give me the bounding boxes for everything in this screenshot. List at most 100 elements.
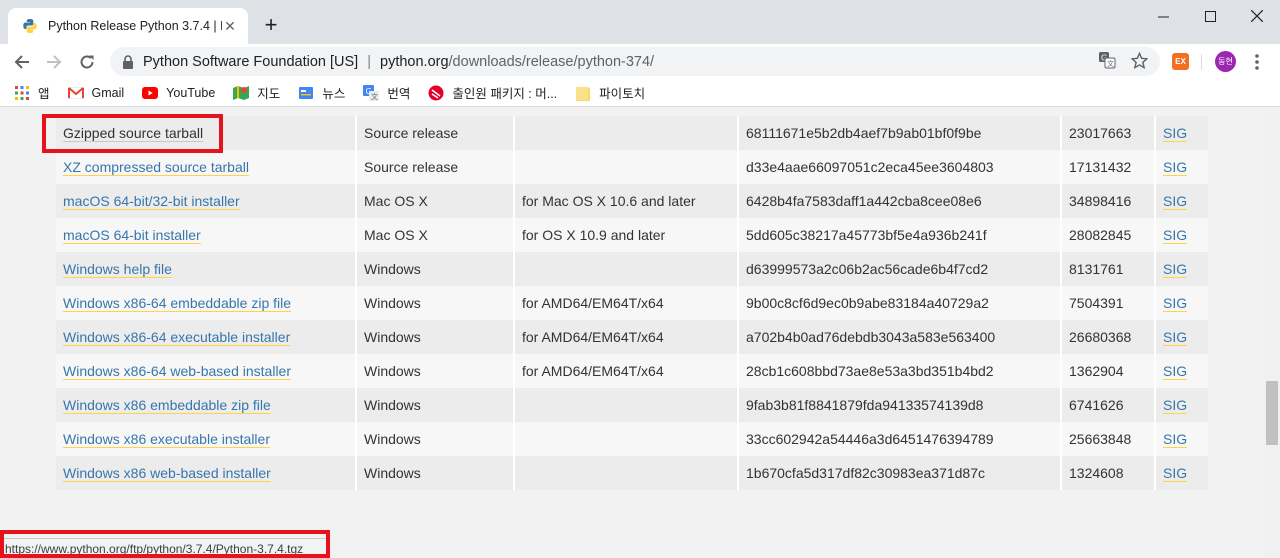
table-row: Windows x86-64 web-based installer Windo… [56,354,1208,388]
table-row: macOS 64-bit/32-bit installer Mac OS X f… [56,184,1208,218]
translate-page-icon[interactable]: G文 [1098,51,1116,69]
description-cell: for AMD64/EM64T/x64 [514,286,739,320]
bookmark-pytorch-folder[interactable]: 파이토치 [575,83,645,102]
table-row: Windows x86-64 embeddable zip file Windo… [56,286,1208,320]
minimize-icon[interactable] [1140,0,1186,32]
status-highlight-box [0,530,330,558]
gpg-cell: SIG [1155,150,1208,184]
bookmark-label: YouTube [166,85,216,100]
sig-link[interactable]: SIG [1163,465,1188,482]
files-table: Gzipped source tarball Source release 68… [56,116,1208,490]
bookmark-news[interactable]: 뉴스 [298,83,345,102]
bookmark-translate[interactable]: G文 번역 [363,83,410,102]
bookmark-label: 앱 [38,87,50,101]
close-window-icon[interactable] [1234,0,1280,32]
maximize-icon[interactable] [1187,0,1233,32]
description-cell [514,422,739,456]
table-row: Gzipped source tarball Source release 68… [56,116,1208,150]
description-cell [514,252,739,286]
sig-link[interactable]: SIG [1163,261,1188,278]
menu-kebab-icon[interactable] [1250,52,1264,72]
new-tab-icon[interactable]: + [258,13,284,39]
file-link[interactable]: Windows x86-64 web-based installer [63,363,291,380]
description-cell [514,150,739,184]
bookmark-youtube[interactable]: YouTube [142,85,215,101]
sig-link[interactable]: SIG [1163,193,1188,210]
browser-tab[interactable]: Python Release Python 3.7.4 | P ✕ [8,8,248,44]
os-cell: Windows [356,422,515,456]
file-link[interactable]: XZ compressed source tarball [63,159,249,176]
table-row: macOS 64-bit installer Mac OS X for OS X… [56,218,1208,252]
sig-link[interactable]: SIG [1163,125,1188,142]
sig-link[interactable]: SIG [1163,397,1188,414]
site-identity[interactable]: Python Software Foundation [US] [143,54,358,70]
md5-cell: d33e4aae66097051c2eca45ee3604803 [738,150,1062,184]
filesize-cell: 6741626 [1061,388,1156,422]
sig-link[interactable]: SIG [1163,363,1188,380]
vertical-scrollbar[interactable] [1264,107,1280,558]
file-link[interactable]: macOS 64-bit installer [63,227,201,244]
scrollbar-thumb[interactable] [1266,381,1278,445]
md5-cell: 5dd605c38217a45773bf5e4a936b241f [738,218,1062,252]
translate-icon: G文 [363,84,380,101]
tab-close-icon[interactable]: ✕ [222,18,238,34]
file-link[interactable]: Windows help file [63,261,172,278]
sig-link[interactable]: SIG [1163,159,1188,176]
url-host: python.org [380,53,449,70]
description-cell [514,116,739,150]
file-link[interactable]: Windows x86-64 embeddable zip file [63,295,292,312]
version-cell: Windows x86-64 embeddable zip file [56,286,357,320]
site-icon [428,85,444,101]
filesize-cell: 7504391 [1061,286,1156,320]
md5-cell: 9b00c8cf6d9ec0b9abe83184a40729a2 [738,286,1062,320]
gpg-cell: SIG [1155,388,1208,422]
md5-cell: d63999573a2c06b2ac56cade6b4f7cd2 [738,252,1062,286]
filesize-cell: 34898416 [1061,184,1156,218]
sig-link[interactable]: SIG [1163,329,1188,346]
bookmark-label: 뉴스 [322,87,346,101]
description-cell: for AMD64/EM64T/x64 [514,354,739,388]
md5-cell: a702b4b0ad76debdb3043a583e563400 [738,320,1062,354]
table-row: Windows x86 embeddable zip file Windows … [56,388,1208,422]
version-cell: Windows x86-64 web-based installer [56,354,357,388]
file-link[interactable]: Windows x86 web-based installer [63,465,271,482]
forward-icon[interactable] [40,48,68,76]
profile-avatar[interactable]: 동현 [1215,51,1236,72]
bookmark-apps[interactable]: 앱 [14,83,50,102]
os-cell: Windows [356,320,515,354]
back-icon[interactable] [8,48,36,76]
sig-link[interactable]: SIG [1163,295,1188,312]
version-cell: Windows x86 embeddable zip file [56,388,357,422]
file-link[interactable]: Windows x86 embeddable zip file [63,397,271,414]
version-cell: Windows x86 web-based installer [56,456,357,490]
file-link[interactable]: macOS 64-bit/32-bit installer [63,193,240,210]
browser-toolbar: Python Software Foundation [US] | python… [0,44,1280,79]
maps-icon [233,85,250,101]
os-cell: Source release [356,116,515,150]
bookmark-course[interactable]: 출인원 패키지 : 머... [428,83,557,102]
gpg-cell: SIG [1155,422,1208,456]
extension-icon[interactable]: EX [1172,53,1189,70]
os-cell: Windows [356,354,515,388]
bookmark-star-icon[interactable] [1130,51,1148,69]
tab-strip: Python Release Python 3.7.4 | P ✕ + [0,0,1280,44]
reload-icon[interactable] [73,48,101,76]
address-bar[interactable]: Python Software Foundation [US] | python… [110,47,1160,76]
filesize-cell: 1324608 [1061,456,1156,490]
sig-link[interactable]: SIG [1163,431,1188,448]
file-link[interactable]: Windows x86-64 executable installer [63,329,291,346]
md5-cell: 68111671e5b2db4aef7b9ab01bf0f9be [738,116,1062,150]
bookmark-gmail[interactable]: Gmail [67,85,124,101]
os-cell: Source release [356,150,515,184]
bookmark-label: 지도 [257,87,281,101]
lock-icon [123,54,133,69]
filesize-cell: 23017663 [1061,116,1156,150]
table-row: Windows x86 web-based installer Windows … [56,456,1208,490]
youtube-icon [142,85,159,101]
os-cell: Windows [356,456,515,490]
filesize-cell: 26680368 [1061,320,1156,354]
table-row: XZ compressed source tarball Source rele… [56,150,1208,184]
sig-link[interactable]: SIG [1163,227,1188,244]
bookmark-maps[interactable]: 지도 [233,83,280,102]
file-link[interactable]: Windows x86 executable installer [63,431,270,448]
